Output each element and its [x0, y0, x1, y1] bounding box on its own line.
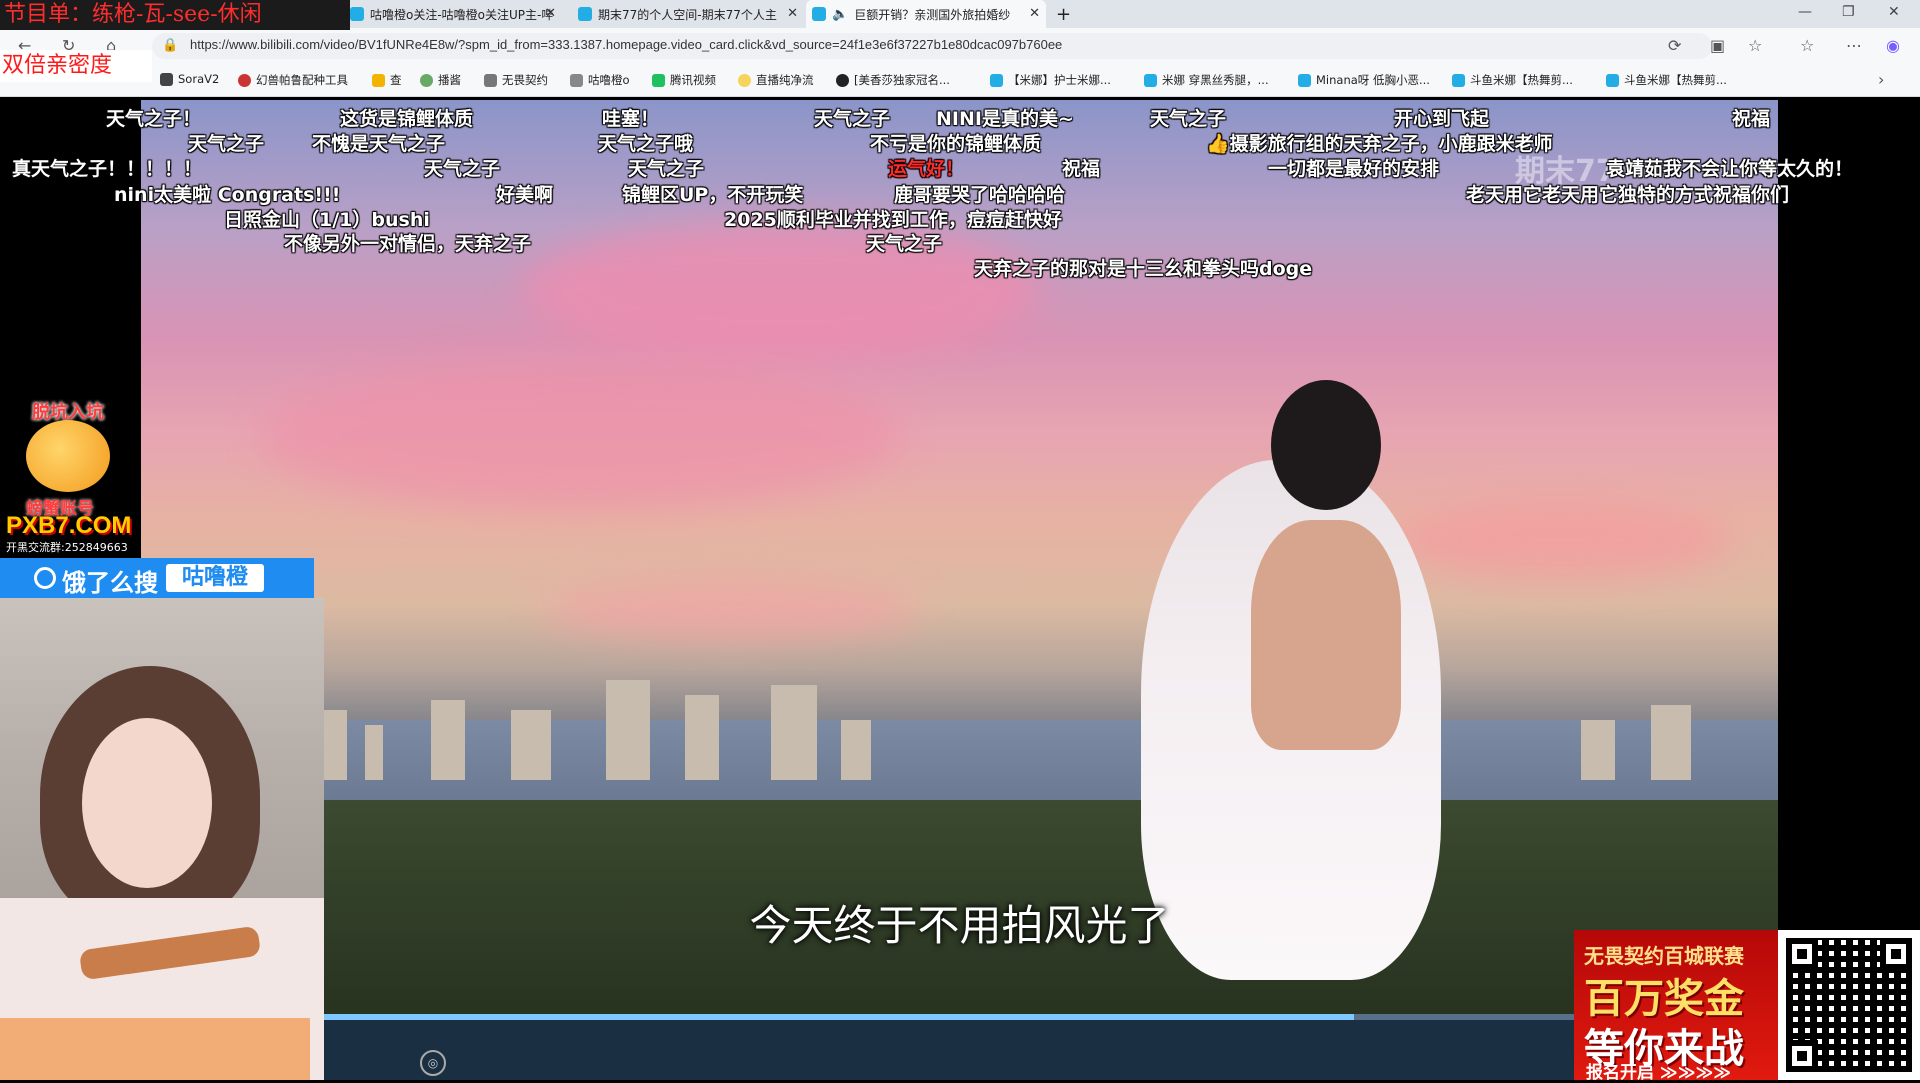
letterbox-right	[1778, 100, 1920, 930]
bride-back	[1251, 520, 1401, 750]
copilot-icon[interactable]: ◉	[1886, 36, 1900, 55]
stream-icon	[738, 73, 751, 87]
tab-label: 期末77的个人空间-期末77个人主	[598, 7, 777, 22]
bilibili-icon	[1606, 73, 1619, 87]
player-control-bar	[324, 1020, 1780, 1080]
bojiang-icon	[420, 73, 433, 87]
more-icon[interactable]: ⋯	[1846, 36, 1862, 55]
bookmark-tencent-video[interactable]: 腾讯视频	[652, 72, 716, 88]
lock-icon[interactable]: 🔒	[162, 38, 178, 53]
qr-finder-icon	[1786, 1040, 1818, 1072]
url-text[interactable]: https://www.bilibili.com/video/BV1fUNRe4…	[190, 37, 1062, 52]
ad-line-1: 无畏契约百城联赛	[1584, 944, 1744, 968]
bilibili-icon	[1298, 73, 1311, 87]
new-tab-button[interactable]: +	[1056, 0, 1076, 28]
bookmark-valorant[interactable]: 无畏契约	[484, 72, 548, 88]
bookmark-label: 斗鱼米娜【热舞剪...	[1470, 73, 1573, 87]
promo-site-logo: PXB7.COM	[6, 512, 132, 539]
tab-guluchengo[interactable]: 咕噜橙o关注-咕噜橙o关注UP主-哔 ✕	[350, 0, 562, 28]
palworld-icon	[238, 73, 251, 87]
tab-active-video[interactable]: 🔈 巨额开销？亲测国外旅拍婚纱 ✕	[806, 0, 1046, 28]
bookmark-mina-nurse[interactable]: 【米娜】护士米娜...	[990, 72, 1111, 88]
star-icon[interactable]: ☆	[1748, 36, 1762, 55]
qr-finder-icon	[1786, 938, 1818, 970]
profile-icon	[570, 73, 583, 87]
bookmark-label: 直播纯净流	[756, 73, 814, 87]
bilibili-icon	[990, 73, 1003, 87]
bookmark-minana[interactable]: Minana呀 低胸小恶...	[1298, 72, 1430, 88]
bookmark-label: 腾讯视频	[670, 73, 716, 87]
bookmark-label: Minana呀 低胸小恶...	[1316, 73, 1430, 87]
douyu-icon	[836, 73, 849, 87]
bookmark-label: [美香莎独家冠名...	[854, 73, 950, 87]
bookmark-label: SoraV2	[178, 72, 220, 86]
restore-icon[interactable]: ❐	[1842, 4, 1855, 20]
program-schedule-label: 节目单：练枪-瓦-see-休闲	[0, 0, 350, 30]
close-icon[interactable]: ✕	[787, 6, 798, 21]
ad-line-4: 报名开启 ≫≫≫≫	[1586, 1063, 1732, 1083]
tab-label: 巨额开销？亲测国外旅拍婚纱	[854, 7, 1011, 22]
chevron-right-icon[interactable]: ›	[1878, 70, 1884, 89]
elm-search-keyword: 咕噜橙	[166, 564, 264, 592]
promo-group-number: 开黑交流群:252849663	[4, 539, 130, 555]
bookmark-label: 查	[390, 73, 402, 87]
bookmark-label: 斗鱼米娜【热舞剪...	[1624, 73, 1727, 87]
elm-search-label: 饿了么搜	[62, 569, 158, 597]
danmaku-settings-icon[interactable]: ◎	[420, 1050, 446, 1076]
qr-finder-icon	[1880, 938, 1912, 970]
bookmark-label: 米娜 穿黑丝秀腿，...	[1162, 73, 1269, 87]
bookmark-label: 【米娜】护士米娜...	[1008, 73, 1111, 87]
video-subtitle: 今天终于不用拍风光了	[749, 901, 1170, 950]
cloud	[521, 220, 1041, 360]
reader-icon[interactable]: ▣	[1710, 36, 1725, 55]
bilibili-icon	[812, 7, 826, 21]
bilibili-icon	[1144, 73, 1157, 87]
cloud	[541, 580, 921, 640]
bookmark-label: 无畏契约	[502, 73, 548, 87]
cloud	[1391, 500, 1731, 580]
city-skyline	[141, 660, 1778, 780]
valorant-icon	[484, 73, 497, 87]
bookmark-bojiang[interactable]: 播酱	[420, 72, 461, 88]
speaker-icon[interactable]: 🔈	[832, 7, 848, 22]
food-tray	[0, 1018, 310, 1080]
bookmark-palworld[interactable]: 幻兽帕鲁配种工具	[238, 72, 348, 88]
video-player[interactable]: 期末77 今天终于不用拍风光了	[141, 100, 1778, 1017]
crab-mascot-icon	[26, 420, 110, 492]
favorites-icon[interactable]: ☆	[1800, 36, 1814, 55]
bride-head	[1271, 380, 1381, 510]
tencent-video-icon	[652, 73, 665, 87]
tab-qimo77[interactable]: 期末77的个人空间-期末77个人主 ✕	[572, 0, 804, 28]
uploader-watermark: 期末77	[1515, 154, 1617, 189]
streamer-face	[82, 718, 212, 888]
folder-icon	[372, 73, 385, 87]
bookmark-pure-stream[interactable]: 直播纯净流	[738, 72, 814, 88]
streamer-webcam	[0, 598, 324, 1080]
close-icon[interactable]: ✕	[545, 6, 556, 21]
bookmark-douyu-mina-1[interactable]: 斗鱼米娜【热舞剪...	[1452, 72, 1573, 88]
elm-logo-icon	[34, 567, 56, 589]
bilibili-icon	[578, 7, 592, 21]
bookmark-meixiangsha[interactable]: [美香莎独家冠名...	[836, 72, 950, 88]
bilibili-icon	[350, 7, 364, 21]
tab-label: 咕噜橙o关注-咕噜橙o关注UP主-哔	[370, 7, 554, 22]
sora-icon	[160, 72, 173, 86]
close-icon[interactable]: ✕	[1029, 6, 1040, 21]
bookmark-mina-legs[interactable]: 米娜 穿黑丝秀腿，...	[1144, 72, 1269, 88]
bookmark-label: 幻兽帕鲁配种工具	[256, 73, 348, 87]
close-window-icon[interactable]: ✕	[1888, 4, 1900, 20]
bookmark-label: 咕噜橙o	[588, 73, 630, 87]
double-intimacy-label: 双倍亲密度	[0, 50, 152, 82]
translate-icon[interactable]: ⟳	[1668, 36, 1681, 55]
letterbox-left	[0, 100, 141, 398]
bookmark-douyu-mina-2[interactable]: 斗鱼米娜【热舞剪...	[1606, 72, 1727, 88]
bookmark-sorav2[interactable]: SoraV2	[160, 72, 219, 86]
bilibili-icon	[1452, 73, 1465, 87]
minimize-icon[interactable]: —	[1798, 4, 1812, 20]
bookmark-guluchengo[interactable]: 咕噜橙o	[570, 72, 630, 88]
cloud	[261, 360, 901, 510]
bookmark-label: 播酱	[438, 73, 461, 87]
bookmark-cha[interactable]: 查	[372, 72, 402, 88]
